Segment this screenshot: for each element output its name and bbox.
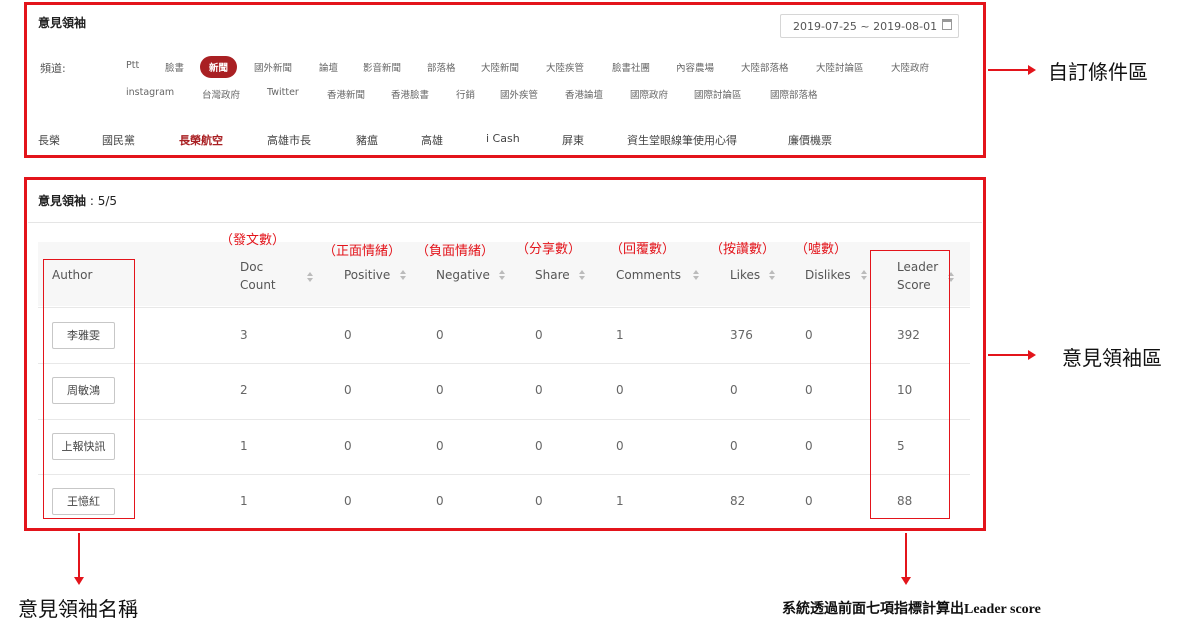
- leader-area-label: 意見領袖區: [1062, 346, 1162, 370]
- annotation-comments: （回覆數）: [610, 242, 676, 257]
- annotation-doc-count: （發文數）: [220, 233, 286, 248]
- score-column-highlight: [870, 250, 950, 519]
- arrow-right-icon: [988, 65, 1036, 75]
- author-column-highlight: [43, 259, 135, 519]
- filter-area-highlight: [24, 2, 986, 158]
- annotation-positive: （正面情緒）: [323, 244, 402, 259]
- arrow-right-icon: [988, 350, 1036, 360]
- annotation-share: （分享數）: [516, 242, 582, 257]
- leader-area-highlight: [24, 177, 986, 531]
- arrow-down-icon: [901, 533, 911, 585]
- annotation-negative: （負面情緒）: [416, 244, 495, 259]
- author-name-label: 意見領袖名稱: [18, 597, 138, 621]
- score-note-label: 系統透過前面七項指標計算出Leader score: [782, 602, 1041, 617]
- filter-area-label: 自訂條件區: [1048, 60, 1148, 84]
- arrow-down-icon: [74, 533, 84, 585]
- annotation-dislikes: （噓數）: [795, 242, 848, 257]
- annotation-likes: （按讚數）: [710, 242, 776, 257]
